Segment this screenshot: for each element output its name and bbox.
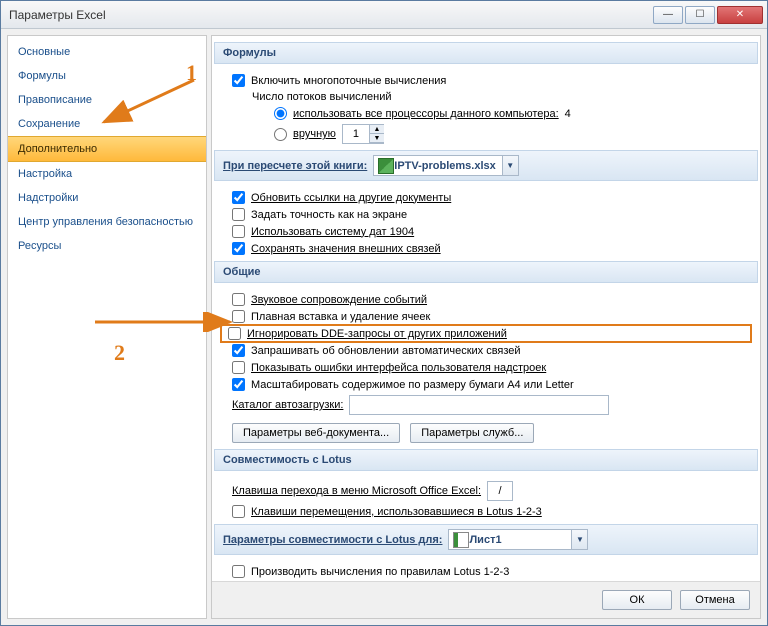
sidebar-item-addins[interactable]: Надстройки bbox=[8, 186, 206, 210]
workbook-name: IPTV-problems.xlsx bbox=[394, 160, 501, 172]
dropdown-icon[interactable]: ▼ bbox=[502, 156, 518, 175]
ignore-dde-checkbox[interactable] bbox=[228, 327, 241, 340]
auto-links-label: Запрашивать об обновлении автоматических… bbox=[251, 345, 521, 357]
sound-checkbox[interactable] bbox=[232, 293, 245, 306]
date1904-checkbox[interactable] bbox=[232, 225, 245, 238]
use-all-cpus-radio[interactable] bbox=[274, 107, 287, 120]
precision-checkbox[interactable] bbox=[232, 208, 245, 221]
sidebar-item-resources[interactable]: Ресурсы bbox=[8, 234, 206, 258]
sheet-combo[interactable]: Лист1 ▼ bbox=[448, 529, 588, 550]
annotation-number-2: 2 bbox=[114, 340, 125, 366]
service-params-button[interactable]: Параметры служб... bbox=[410, 423, 534, 443]
sidebar-item-proofing[interactable]: Правописание bbox=[8, 88, 206, 112]
spin-down-icon[interactable]: ▼ bbox=[370, 134, 384, 143]
category-sidebar: Основные Формулы Правописание Сохранение… bbox=[7, 35, 207, 619]
titlebar: Параметры Excel — ☐ ✕ bbox=[1, 1, 767, 29]
menu-key-label: Клавиша перехода в меню Microsoft Office… bbox=[232, 485, 481, 497]
section-lotus-for: Параметры совместимости с Lotus для: Лис… bbox=[214, 524, 758, 555]
cpu-count: 4 bbox=[565, 108, 571, 120]
close-button[interactable]: ✕ bbox=[717, 6, 763, 24]
date1904-label: Использовать систему дат 1904 bbox=[251, 226, 414, 238]
calc-lotus-checkbox[interactable] bbox=[232, 565, 245, 578]
scale-paper-checkbox[interactable] bbox=[232, 378, 245, 391]
lotus-for-title: Параметры совместимости с Lotus для: bbox=[223, 534, 442, 546]
spin-up-icon[interactable]: ▲ bbox=[370, 125, 384, 134]
startup-cat-input[interactable] bbox=[349, 395, 609, 415]
sheet-icon bbox=[453, 532, 469, 548]
dialog-footer: ОК Отмена bbox=[212, 581, 760, 618]
sidebar-item-trust[interactable]: Центр управления безопасностью bbox=[8, 210, 206, 234]
sheet-name: Лист1 bbox=[469, 534, 571, 546]
window-title: Параметры Excel bbox=[9, 8, 651, 22]
calc-lotus-label: Производить вычисления по правилам Lotus… bbox=[251, 566, 509, 578]
sidebar-item-formulas[interactable]: Формулы bbox=[8, 64, 206, 88]
update-links-label: Обновить ссылки на другие документы bbox=[251, 192, 451, 204]
sound-label: Звуковое сопровождение событий bbox=[251, 294, 427, 306]
save-ext-checkbox[interactable] bbox=[232, 242, 245, 255]
maximize-button[interactable]: ☐ bbox=[685, 6, 715, 24]
use-all-cpus-label: использовать все процессоры данного комп… bbox=[293, 108, 559, 120]
manual-threads-radio[interactable] bbox=[274, 128, 287, 141]
sidebar-item-advanced[interactable]: Дополнительно bbox=[8, 136, 206, 162]
addin-err-checkbox[interactable] bbox=[232, 361, 245, 374]
section-recalc: При пересчете этой книги: IPTV-problems.… bbox=[214, 150, 758, 181]
sidebar-item-customize[interactable]: Настройка bbox=[8, 162, 206, 186]
smooth-label: Плавная вставка и удаление ячеек bbox=[251, 311, 430, 323]
dde-option-highlighted: Игнорировать DDE-запросы от других прило… bbox=[220, 324, 752, 343]
ignore-dde-label: Игнорировать DDE-запросы от других прило… bbox=[247, 328, 507, 340]
lotus-keys-label: Клавиши перемещения, использовавшиеся в … bbox=[251, 506, 542, 518]
minimize-button[interactable]: — bbox=[653, 6, 683, 24]
multithread-checkbox[interactable] bbox=[232, 74, 245, 87]
menu-key-input[interactable] bbox=[487, 481, 513, 501]
multithread-label: Включить многопоточные вычисления bbox=[251, 75, 446, 87]
threads-label: Число потоков вычислений bbox=[252, 91, 392, 103]
section-lotus: Совместимость с Lotus bbox=[214, 449, 758, 471]
sidebar-item-save[interactable]: Сохранение bbox=[8, 112, 206, 136]
save-ext-label: Сохранять значения внешних связей bbox=[251, 243, 441, 255]
options-content: Формулы Включить многопоточные вычислени… bbox=[212, 36, 760, 581]
sidebar-item-main[interactable]: Основные bbox=[8, 40, 206, 64]
lotus-keys-checkbox[interactable] bbox=[232, 505, 245, 518]
workbook-combo[interactable]: IPTV-problems.xlsx ▼ bbox=[373, 155, 518, 176]
update-links-checkbox[interactable] bbox=[232, 191, 245, 204]
recalc-title: При пересчете этой книги: bbox=[223, 160, 367, 172]
dropdown-icon[interactable]: ▼ bbox=[571, 530, 587, 549]
excel-icon bbox=[378, 158, 394, 174]
manual-label: вручную bbox=[293, 128, 336, 140]
section-formulas: Формулы bbox=[214, 42, 758, 64]
thread-count-input[interactable] bbox=[343, 125, 369, 143]
addin-err-label: Показывать ошибки интерфейса пользовател… bbox=[251, 362, 546, 374]
web-params-button[interactable]: Параметры веб-документа... bbox=[232, 423, 400, 443]
section-general: Общие bbox=[214, 261, 758, 283]
precision-label: Задать точность как на экране bbox=[251, 209, 407, 221]
startup-cat-label: Каталог автозагрузки: bbox=[232, 399, 343, 411]
cancel-button[interactable]: Отмена bbox=[680, 590, 750, 610]
thread-count-spinner[interactable]: ▲▼ bbox=[342, 124, 384, 144]
annotation-number-1: 1 bbox=[186, 60, 197, 86]
auto-links-checkbox[interactable] bbox=[232, 344, 245, 357]
ok-button[interactable]: ОК bbox=[602, 590, 672, 610]
scale-paper-label: Масштабировать содержимое по размеру бум… bbox=[251, 379, 574, 391]
smooth-checkbox[interactable] bbox=[232, 310, 245, 323]
